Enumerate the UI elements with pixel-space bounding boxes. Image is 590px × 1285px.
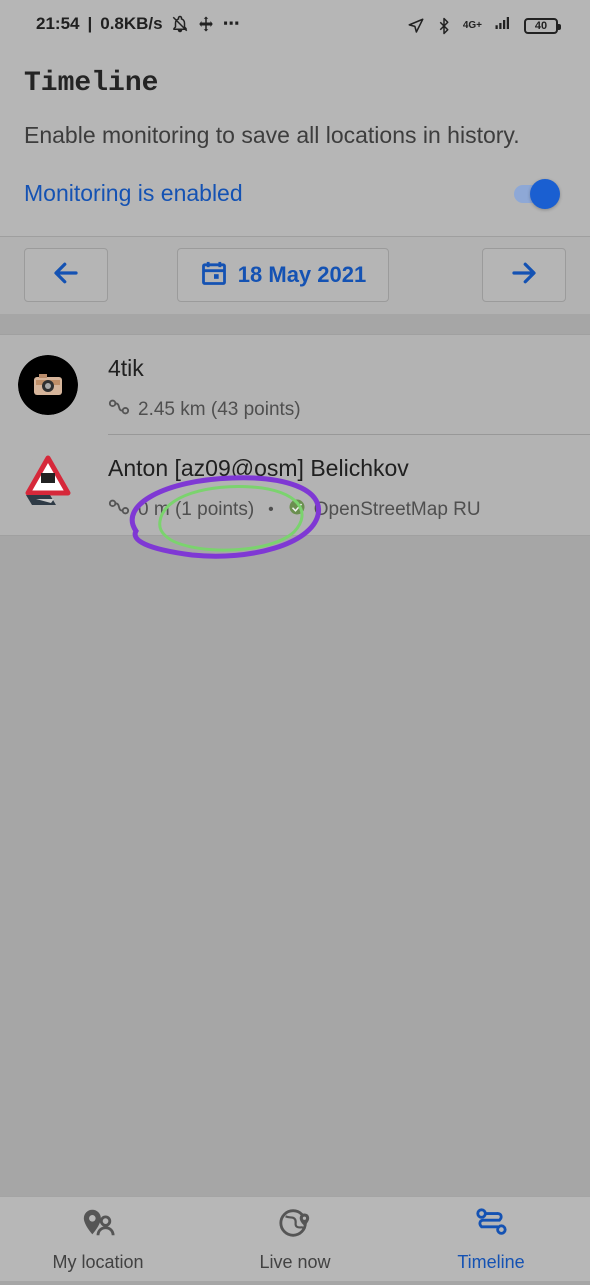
distance-text: 0 m (1 points) — [138, 499, 255, 520]
move-icon — [197, 15, 215, 33]
group-icon — [288, 498, 306, 522]
monitoring-description: Enable monitoring to save all locations … — [24, 122, 520, 148]
status-bar: 21:54 | 0.8KB/s ⋯ 4G+ 40 — [0, 0, 590, 50]
route-icon — [108, 396, 130, 424]
nav-label: Timeline — [457, 1251, 525, 1272]
navigation-icon — [407, 17, 425, 35]
next-day-button[interactable] — [482, 248, 566, 302]
timeline-list-area: 4tik 2.45 km (43 points) Anton [az09@osm… — [0, 314, 590, 1196]
nav-live-now[interactable]: Live now — [197, 1197, 393, 1281]
meta-separator: • — [268, 501, 274, 518]
signal-icon — [492, 14, 514, 37]
arrow-right-icon — [509, 258, 539, 293]
arrow-left-icon — [51, 258, 81, 293]
prev-day-button[interactable] — [24, 248, 108, 302]
nav-label: My location — [52, 1251, 144, 1272]
timeline-icon — [474, 1206, 508, 1245]
group-name: OpenStreetMap RU — [313, 499, 481, 520]
track-meta: 2.45 km (43 points) — [108, 396, 301, 424]
nav-timeline[interactable]: Timeline — [393, 1197, 589, 1281]
selected-date: 18 May 2021 — [237, 262, 367, 287]
person-pin-icon — [81, 1206, 115, 1245]
contact-name: 4tik — [108, 355, 144, 381]
date-selector-button[interactable]: 18 May 2021 — [177, 248, 389, 302]
page-title: Timeline — [24, 68, 159, 99]
avatar — [18, 355, 78, 415]
more-dots: ⋯ — [222, 14, 240, 33]
timeline-list-card: 4tik 2.45 km (43 points) Anton [az09@osm… — [0, 334, 590, 536]
calendar-icon — [200, 259, 228, 292]
globe-pin-icon — [278, 1206, 312, 1245]
status-time: 21:54 — [36, 14, 80, 33]
route-icon — [108, 496, 130, 524]
monitoring-toggle[interactable] — [510, 177, 564, 211]
nav-my-location[interactable]: My location — [0, 1197, 196, 1281]
network-type: 4G+ — [462, 20, 482, 31]
status-left: 21:54 | 0.8KB/s ⋯ — [36, 14, 240, 34]
contact-name: Anton [az09@osm] Belichkov — [108, 455, 409, 481]
list-item[interactable]: Anton [az09@osm] Belichkov 0 m (1 points… — [0, 435, 590, 535]
nav-label: Live now — [259, 1251, 331, 1272]
list-item[interactable]: 4tik 2.45 km (43 points) — [0, 335, 590, 435]
toggle-thumb — [530, 179, 560, 209]
avatar — [18, 455, 78, 515]
track-meta: 0 m (1 points) • OpenStreetMap RU — [108, 496, 481, 524]
date-navigation-bar: 18 May 2021 — [0, 236, 590, 316]
distance-text: 2.45 km (43 points) — [138, 399, 301, 420]
monitoring-header: Timeline Enable monitoring to save all l… — [0, 50, 590, 236]
bluetooth-icon — [435, 17, 453, 35]
network-speed: 0.8KB/s — [100, 14, 163, 33]
monitoring-status-label: Monitoring is enabled — [24, 180, 243, 206]
status-separator: | — [87, 14, 93, 33]
bottom-navigation: My location Live now Timeline — [0, 1196, 590, 1281]
bell-off-icon — [171, 15, 189, 33]
status-right: 4G+ 40 — [407, 14, 561, 37]
battery-level: 40 — [534, 19, 548, 32]
battery-icon: 40 — [524, 17, 561, 34]
